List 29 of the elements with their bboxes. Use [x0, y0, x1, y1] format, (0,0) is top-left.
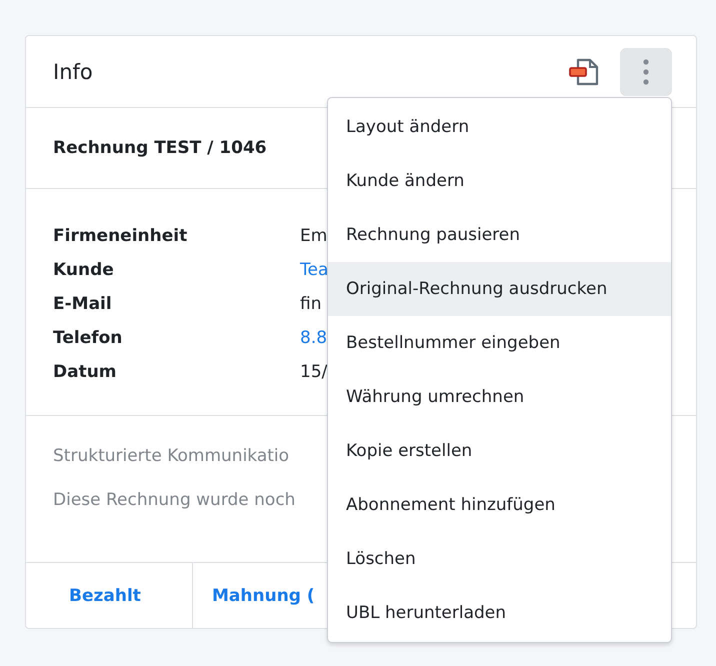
menu-item[interactable]: Kopie erstellen [328, 424, 671, 478]
menu-item[interactable]: Layout ändern [328, 100, 671, 154]
field-label: Datum [53, 362, 118, 382]
field-value: fin [300, 294, 322, 314]
field-link[interactable]: 8.8 [300, 328, 328, 348]
more-icon [643, 58, 649, 84]
document-icon[interactable] [568, 56, 600, 86]
more-menu-button[interactable] [620, 48, 672, 96]
action-button[interactable]: Bezahlt [26, 563, 193, 628]
invoice-number: Rechnung TEST / 1046 [53, 138, 267, 158]
menu-item[interactable]: Original-Rechnung ausdrucken [328, 262, 671, 316]
field-label: E-Mail [53, 294, 113, 314]
menu-item[interactable]: Bestellnummer eingeben [328, 316, 671, 370]
note-text: Strukturierte Kommunikatio [53, 446, 290, 466]
field-label: Kunde [53, 260, 115, 280]
action-button[interactable]: Mahnung ( [193, 563, 315, 628]
menu-item[interactable]: Abonnement hinzufügen [328, 478, 671, 532]
menu-item[interactable]: Kunde ändern [328, 154, 671, 208]
field-value: Em [300, 226, 328, 246]
note-text: Diese Rechnung wurde noch [53, 490, 296, 510]
field-value: 15/ [300, 362, 328, 382]
card-title: Info [53, 60, 94, 84]
field-link[interactable]: Tea [300, 260, 328, 280]
menu-item[interactable]: UBL herunterladen [328, 586, 671, 640]
field-label: Firmeneinheit [53, 226, 188, 246]
field-label: Telefon [53, 328, 124, 348]
menu-item[interactable]: Rechnung pausieren [328, 208, 671, 262]
menu-item[interactable]: Währung umrechnen [328, 370, 671, 424]
menu-item[interactable]: Löschen [328, 532, 671, 586]
